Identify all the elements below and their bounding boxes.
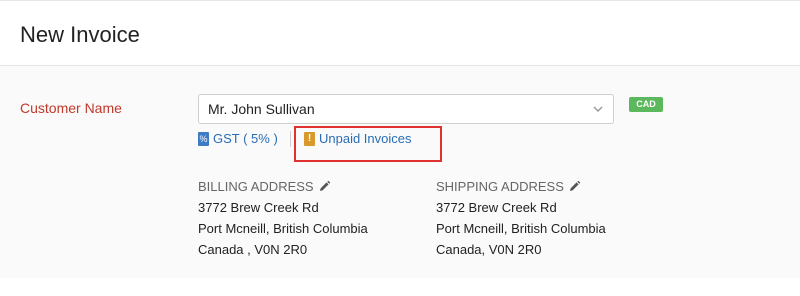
tax-icon: % (198, 131, 209, 146)
billing-line-3: Canada , V0N 2R0 (198, 242, 308, 257)
tax-link-label: GST ( 5% ) (213, 131, 278, 146)
pencil-icon[interactable] (318, 180, 331, 193)
page-header: New Invoice (0, 0, 800, 66)
shipping-line-3: Canada, V0N 2R0 (436, 242, 542, 257)
chevron-down-icon[interactable] (592, 101, 604, 117)
pencil-icon[interactable] (568, 180, 581, 193)
tax-link[interactable]: % GST ( 5% ) (198, 131, 278, 146)
billing-address-heading: BILLING ADDRESS (198, 176, 368, 197)
billing-address: BILLING ADDRESS 3772 Brew Creek Rd Port … (198, 176, 368, 260)
billing-line-2: Port Mcneill, British Columbia (198, 221, 368, 236)
highlight-box (294, 126, 442, 162)
shipping-address-heading: SHIPPING ADDRESS (436, 176, 606, 197)
page-title: New Invoice (20, 22, 140, 47)
shipping-line-1: 3772 Brew Creek Rd (436, 200, 557, 215)
billing-address-title: BILLING ADDRESS (198, 179, 314, 194)
currency-badge: CAD (629, 97, 663, 112)
customer-select[interactable]: Mr. John Sullivan (198, 94, 614, 124)
shipping-address-title: SHIPPING ADDRESS (436, 179, 564, 194)
footer-strip (0, 278, 800, 296)
shipping-address: SHIPPING ADDRESS 3772 Brew Creek Rd Port… (436, 176, 606, 260)
customer-name-label: Customer Name (20, 100, 122, 116)
divider (290, 131, 291, 147)
shipping-line-2: Port Mcneill, British Columbia (436, 221, 606, 236)
billing-line-1: 3772 Brew Creek Rd (198, 200, 319, 215)
customer-select-value: Mr. John Sullivan (208, 101, 315, 117)
